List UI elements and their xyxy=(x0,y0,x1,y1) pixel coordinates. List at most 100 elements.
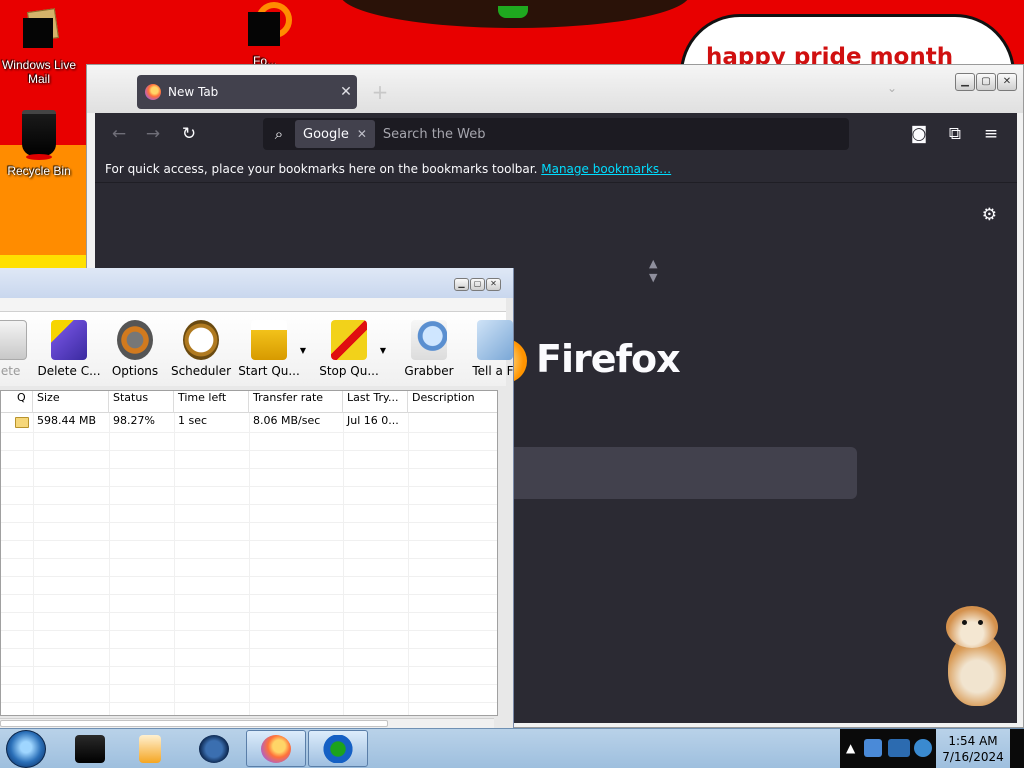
reload-button[interactable]: ↻ xyxy=(177,122,201,146)
firefox-wordmark: Firefox xyxy=(536,337,681,381)
forward-button[interactable]: → xyxy=(141,122,165,146)
stop-queue-button[interactable]: Stop Qu... ▼ xyxy=(316,320,386,378)
scrollbar-thumb[interactable] xyxy=(0,720,388,727)
options-gear-icon xyxy=(117,320,153,360)
delete-icon xyxy=(0,320,27,360)
table-row[interactable]: 598.44 MB 98.27% 1 sec 8.06 MB/sec Jul 1… xyxy=(1,414,497,432)
start-queue-icon xyxy=(251,320,287,360)
mail-icon xyxy=(21,8,59,48)
table-header: Q Size Status Time left Transfer rate La… xyxy=(1,391,497,413)
minimize-button[interactable]: ▁ xyxy=(955,73,975,91)
column-header-description[interactable]: Description xyxy=(408,391,497,413)
toolbar-label: Delete C... xyxy=(37,364,101,378)
tab-new-tab[interactable]: New Tab ✕ xyxy=(137,75,357,109)
desktop-icon-windows-live-mail[interactable]: Windows Live Mail xyxy=(0,8,78,86)
back-button[interactable]: ← xyxy=(107,122,131,146)
cell-description xyxy=(408,414,497,432)
search-icon: ⌕ xyxy=(274,125,284,143)
maximize-button[interactable]: ▢ xyxy=(976,73,996,91)
monitor-icon[interactable] xyxy=(888,739,910,757)
stop-queue-dropdown-icon[interactable]: ▼ xyxy=(380,346,386,355)
firefox-tab-strip: New Tab ✕ + ⌄ ▁ ▢ ✕ xyxy=(87,65,1023,113)
horizontal-scrollbar[interactable] xyxy=(0,718,494,728)
volume-icon[interactable] xyxy=(914,739,932,757)
system-tray: ▲ xyxy=(840,729,936,768)
options-button[interactable]: Options xyxy=(102,320,168,378)
tab-title: New Tab xyxy=(168,85,219,99)
column-header-transfer-rate[interactable]: Transfer rate xyxy=(249,391,343,413)
list-all-tabs-icon[interactable]: ⌄ xyxy=(887,81,897,95)
downloads-table: Q Size Status Time left Transfer rate La… xyxy=(0,390,498,716)
taskbar-firefox-app[interactable] xyxy=(246,730,306,767)
toolbar-label: Tell a Fr xyxy=(472,364,514,378)
media-player-icon xyxy=(139,734,161,763)
cell-last-try: Jul 16 0... xyxy=(347,414,399,427)
system-clock[interactable]: 1:54 AM 7/16/2024 xyxy=(940,733,1006,765)
start-queue-button[interactable]: Start Qu... ▼ xyxy=(236,320,306,378)
app-icon xyxy=(248,2,292,48)
remove-engine-icon[interactable]: ✕ xyxy=(357,127,367,141)
navigation-toolbar: ← → ↻ ⌕ Google ✕ Search the Web ◙ ⧉ ≡ xyxy=(95,113,1017,155)
pocket-icon[interactable]: ◙ xyxy=(907,122,931,146)
new-tab-button[interactable]: + xyxy=(369,79,391,105)
maximize-button[interactable]: ▢ xyxy=(470,278,485,291)
scheduler-button[interactable]: Scheduler xyxy=(168,320,234,378)
tell-friend-icon xyxy=(477,320,513,360)
desktop-icon-recycle-bin[interactable]: Recycle Bin xyxy=(0,110,78,178)
toolbar-label: Grabber xyxy=(404,364,454,378)
grabber-icon xyxy=(411,320,447,360)
column-header-time-left[interactable]: Time left xyxy=(174,391,249,413)
desktop-icon-app[interactable]: Fo... xyxy=(226,2,304,68)
search-engine-chip[interactable]: Google ✕ xyxy=(295,120,375,148)
column-header-last-try[interactable]: Last Try... xyxy=(343,391,408,413)
start-button[interactable] xyxy=(6,730,46,768)
show-hidden-icons-icon[interactable]: ▲ xyxy=(846,741,855,755)
cell-status: 98.27% xyxy=(113,414,155,427)
delete-completed-icon xyxy=(51,320,87,360)
grabber-button[interactable]: Grabber xyxy=(396,320,462,378)
firefox-icon xyxy=(261,734,291,763)
column-header-status[interactable]: Status xyxy=(109,391,174,413)
start-queue-dropdown-icon[interactable]: ▼ xyxy=(300,346,306,355)
hamster-desktop-pet[interactable] xyxy=(942,606,1008,710)
taskbar-media-player-app[interactable] xyxy=(120,730,180,767)
cell-size: 598.44 MB xyxy=(37,414,97,427)
menu-icon[interactable]: ≡ xyxy=(979,122,1003,146)
desktop-icon-label: Windows Live Mail xyxy=(1,58,77,86)
toolbar-label: Start Qu... xyxy=(238,364,300,378)
url-bar[interactable]: ⌕ Google ✕ Search the Web xyxy=(263,118,849,150)
download-manager-window: ▁ ▢ ✕ lete Delete C... Options Scheduler… xyxy=(0,268,514,728)
column-header-q[interactable]: Q xyxy=(13,391,33,413)
tell-a-friend-button[interactable]: Tell a Fr xyxy=(462,320,514,378)
delete-completed-button[interactable]: Delete C... xyxy=(36,320,102,378)
bookmarks-hint: For quick access, place your bookmarks h… xyxy=(105,162,538,176)
media-center-icon xyxy=(199,734,229,763)
toolbar-label: Scheduler xyxy=(170,364,232,378)
toolbar-label: Stop Qu... xyxy=(319,364,379,378)
resize-arrows-icon: ▲▼ xyxy=(649,257,658,284)
tab-close-icon[interactable]: ✕ xyxy=(335,84,357,100)
taskbar: ▲ 1:54 AM 7/16/2024 xyxy=(0,728,1024,768)
desktop-icon-label: Recycle Bin xyxy=(7,164,71,178)
taskbar-media-center-app[interactable] xyxy=(184,730,244,767)
cell-time-left: 1 sec xyxy=(178,414,208,427)
column-header-size[interactable]: Size xyxy=(33,391,109,413)
toolbar-label: lete xyxy=(0,364,21,378)
network-icon[interactable] xyxy=(864,739,882,757)
url-input-placeholder[interactable]: Search the Web xyxy=(383,127,486,142)
cell-transfer-rate: 8.06 MB/sec xyxy=(253,414,321,427)
clock-date: 7/16/2024 xyxy=(942,750,1004,764)
show-desktop-button[interactable] xyxy=(1010,729,1024,768)
manage-bookmarks-link[interactable]: Manage bookmarks… xyxy=(541,162,671,176)
extensions-icon[interactable]: ⧉ xyxy=(943,122,967,146)
download-manager-titlebar[interactable]: ▁ ▢ ✕ xyxy=(0,268,513,298)
bookmarks-toolbar: For quick access, place your bookmarks h… xyxy=(95,155,1017,183)
folder-icon xyxy=(15,417,29,428)
close-button[interactable]: ✕ xyxy=(997,73,1017,91)
new-tab-settings-icon[interactable]: ⚙ xyxy=(982,205,997,225)
taskbar-idm-app[interactable] xyxy=(308,730,368,767)
minimize-button[interactable]: ▁ xyxy=(454,278,469,291)
taskbar-folder-app[interactable] xyxy=(60,730,120,767)
close-button[interactable]: ✕ xyxy=(486,278,501,291)
search-engine-name: Google xyxy=(303,126,349,142)
